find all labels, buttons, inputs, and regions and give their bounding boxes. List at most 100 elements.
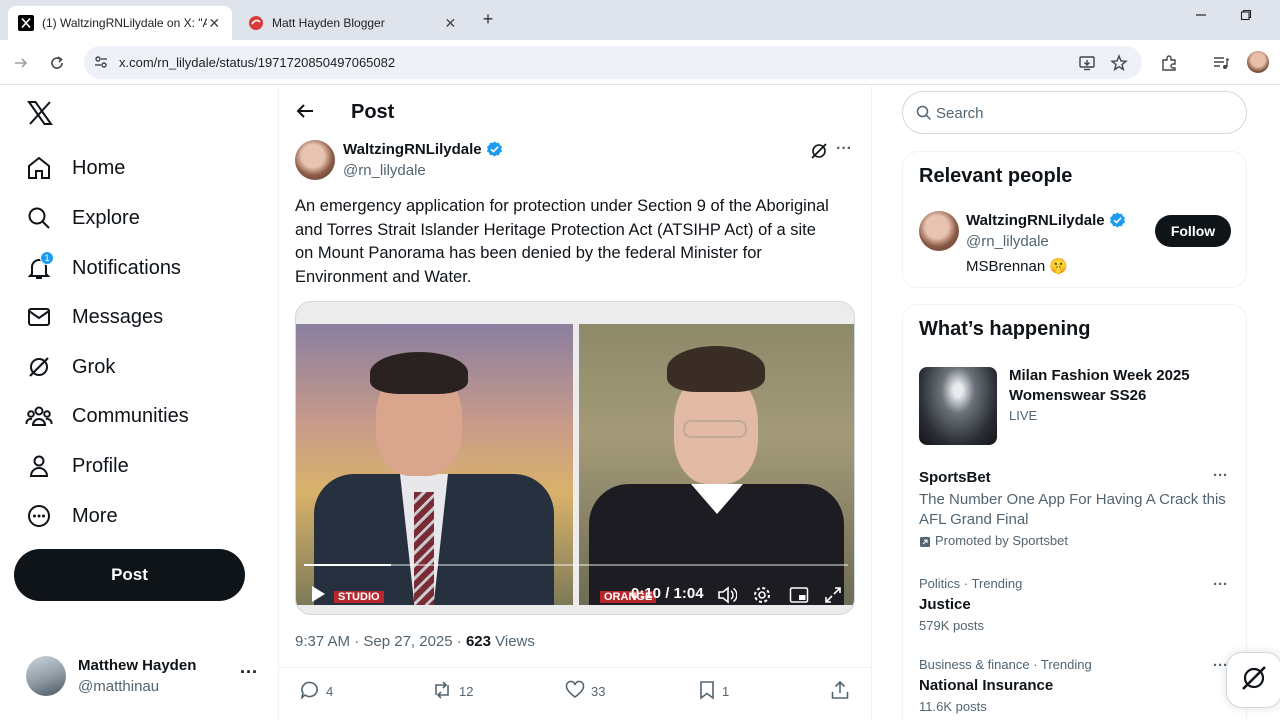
nav-explore[interactable]: Explore — [24, 198, 140, 238]
like-count: 33 — [591, 683, 606, 699]
settings-gear-icon[interactable] — [751, 584, 773, 606]
post-timestamp[interactable]: 9:37 AM · Sep 27, 2025 · — [295, 633, 466, 650]
trend-title-line2: Womenswear SS26 — [1009, 387, 1147, 404]
bookmark-star-icon[interactable] — [1110, 54, 1128, 77]
account-switcher[interactable]: Matthew Hayden @matthinau ··· — [26, 656, 271, 696]
heart-icon — [565, 680, 585, 703]
post-more-icon[interactable]: ··· — [836, 140, 852, 158]
search-icon — [916, 105, 932, 126]
reply-button[interactable]: 4 — [300, 680, 333, 702]
forward-icon[interactable] — [10, 52, 32, 74]
picture-in-picture-icon[interactable] — [788, 584, 810, 606]
trend-more-icon[interactable]: ··· — [1213, 576, 1228, 593]
author-name-text: WaltzingRNLilydale — [343, 141, 482, 158]
nav-notifications[interactable]: 1 Notifications — [24, 248, 181, 288]
account-name: Matthew Hayden — [78, 657, 197, 674]
search-icon — [24, 203, 54, 233]
install-app-icon[interactable] — [1078, 54, 1096, 77]
nav-communities[interactable]: Communities — [24, 396, 189, 436]
studio-caption: STUDIO — [334, 591, 384, 603]
profile-avatar-icon[interactable] — [1247, 51, 1269, 73]
x-favicon-icon — [18, 15, 34, 31]
post-button[interactable]: Post — [14, 549, 245, 601]
media-controls-icon[interactable] — [1210, 52, 1232, 74]
like-button[interactable]: 33 — [565, 680, 605, 702]
nav-label: Explore — [72, 206, 140, 229]
nav-grok[interactable]: Grok — [24, 347, 115, 387]
search-input[interactable]: Search — [902, 91, 1247, 134]
browser-tab-bar: (1) WaltzingRNLilydale on X: "A ✕ Matt H… — [0, 0, 1280, 40]
promo-name: SportsBet — [919, 469, 991, 486]
bell-icon: 1 — [24, 251, 54, 283]
home-icon — [24, 153, 54, 183]
repost-icon — [431, 680, 453, 703]
nav-label: Notifications — [72, 256, 181, 279]
search-placeholder: Search — [936, 105, 984, 122]
new-tab-button[interactable]: + — [478, 9, 498, 30]
tab-x-post[interactable]: (1) WaltzingRNLilydale on X: "A ✕ — [8, 6, 232, 40]
nav-messages[interactable]: Messages — [24, 297, 163, 337]
promo-text-line1: The Number One App For Having A Crack th… — [919, 491, 1226, 508]
card-title: What’s happening — [919, 318, 1091, 340]
fullscreen-icon[interactable] — [822, 584, 844, 606]
tab-title: (1) WaltzingRNLilydale on X: "A — [42, 16, 207, 30]
relevant-people-card: Relevant people WaltzingRNLilydale @rn_l… — [902, 151, 1247, 288]
share-button[interactable] — [830, 680, 850, 702]
promoted-icon — [919, 535, 931, 553]
browser-toolbar: x.com/rn_lilydale/status/197172085049706… — [0, 40, 1280, 85]
play-icon[interactable] — [308, 584, 328, 604]
reply-count: 4 — [326, 683, 334, 699]
account-more-icon[interactable]: ··· — [240, 662, 258, 683]
nav-more[interactable]: More — [24, 496, 118, 536]
views-label: Views — [490, 633, 535, 650]
trend-context: Politics · Trending — [919, 576, 1023, 591]
video-player[interactable]: STUDIO ORANGE 0:10 / 1:04 — [295, 301, 855, 615]
address-bar[interactable]: x.com/rn_lilydale/status/197172085049706… — [84, 46, 1142, 79]
grok-icon — [1239, 663, 1269, 698]
video-panel-presenter — [296, 324, 573, 605]
close-tab-icon[interactable]: ✕ — [443, 15, 458, 32]
reload-icon[interactable] — [46, 52, 68, 74]
volume-icon[interactable] — [716, 584, 738, 606]
nav-profile[interactable]: Profile — [24, 446, 129, 486]
nav-label: More — [72, 504, 118, 527]
more-circle-icon — [24, 501, 54, 531]
trend-name: National Insurance — [919, 677, 1054, 694]
grok-explain-icon[interactable] — [810, 142, 830, 162]
person-bio: MSBrennan 🤫 — [966, 258, 1069, 275]
follow-button[interactable]: Follow — [1155, 215, 1231, 247]
views-count: 623 — [465, 633, 491, 650]
author-name[interactable]: WaltzingRNLilydale — [343, 141, 503, 158]
restore-icon[interactable] — [1240, 8, 1252, 24]
url-text[interactable]: x.com/rn_lilydale/status/197172085049706… — [119, 55, 395, 70]
extensions-icon[interactable] — [1158, 52, 1180, 74]
back-arrow-icon[interactable] — [295, 101, 317, 123]
author-avatar[interactable] — [295, 140, 335, 180]
video-progress-bar[interactable] — [304, 564, 848, 566]
tweet-text: An emergency application for protection … — [295, 197, 829, 286]
trend-posts: 579K posts — [919, 618, 985, 633]
x-logo-icon[interactable] — [27, 100, 53, 126]
tab-title: Matt Hayden Blogger — [272, 16, 385, 30]
bookmark-button[interactable]: 1 — [698, 680, 729, 702]
notification-badge: 1 — [40, 251, 54, 265]
site-settings-icon[interactable] — [93, 54, 109, 75]
repost-button[interactable]: 12 — [431, 680, 473, 702]
close-tab-icon[interactable]: ✕ — [207, 15, 222, 32]
bookmark-count: 1 — [722, 683, 730, 699]
nav-label: Grok — [72, 355, 116, 378]
grok-floating-button[interactable] — [1226, 652, 1280, 708]
promo-more-icon[interactable]: ··· — [1213, 467, 1228, 484]
trend-thumbnail — [919, 367, 997, 445]
avatar[interactable] — [919, 211, 959, 251]
author-handle[interactable]: @rn_lilydale — [343, 162, 426, 179]
nav-home[interactable]: Home — [24, 148, 125, 188]
tab-blogger[interactable]: Matt Hayden Blogger ✕ — [238, 6, 468, 40]
person-handle[interactable]: @rn_lilydale — [966, 233, 1049, 250]
nav-label: Communities — [72, 404, 189, 427]
communities-icon — [24, 401, 54, 431]
person-name[interactable]: WaltzingRNLilydale — [966, 212, 1126, 229]
minimize-icon[interactable] — [1195, 8, 1207, 24]
grok-icon — [24, 352, 54, 382]
share-icon — [830, 680, 850, 703]
